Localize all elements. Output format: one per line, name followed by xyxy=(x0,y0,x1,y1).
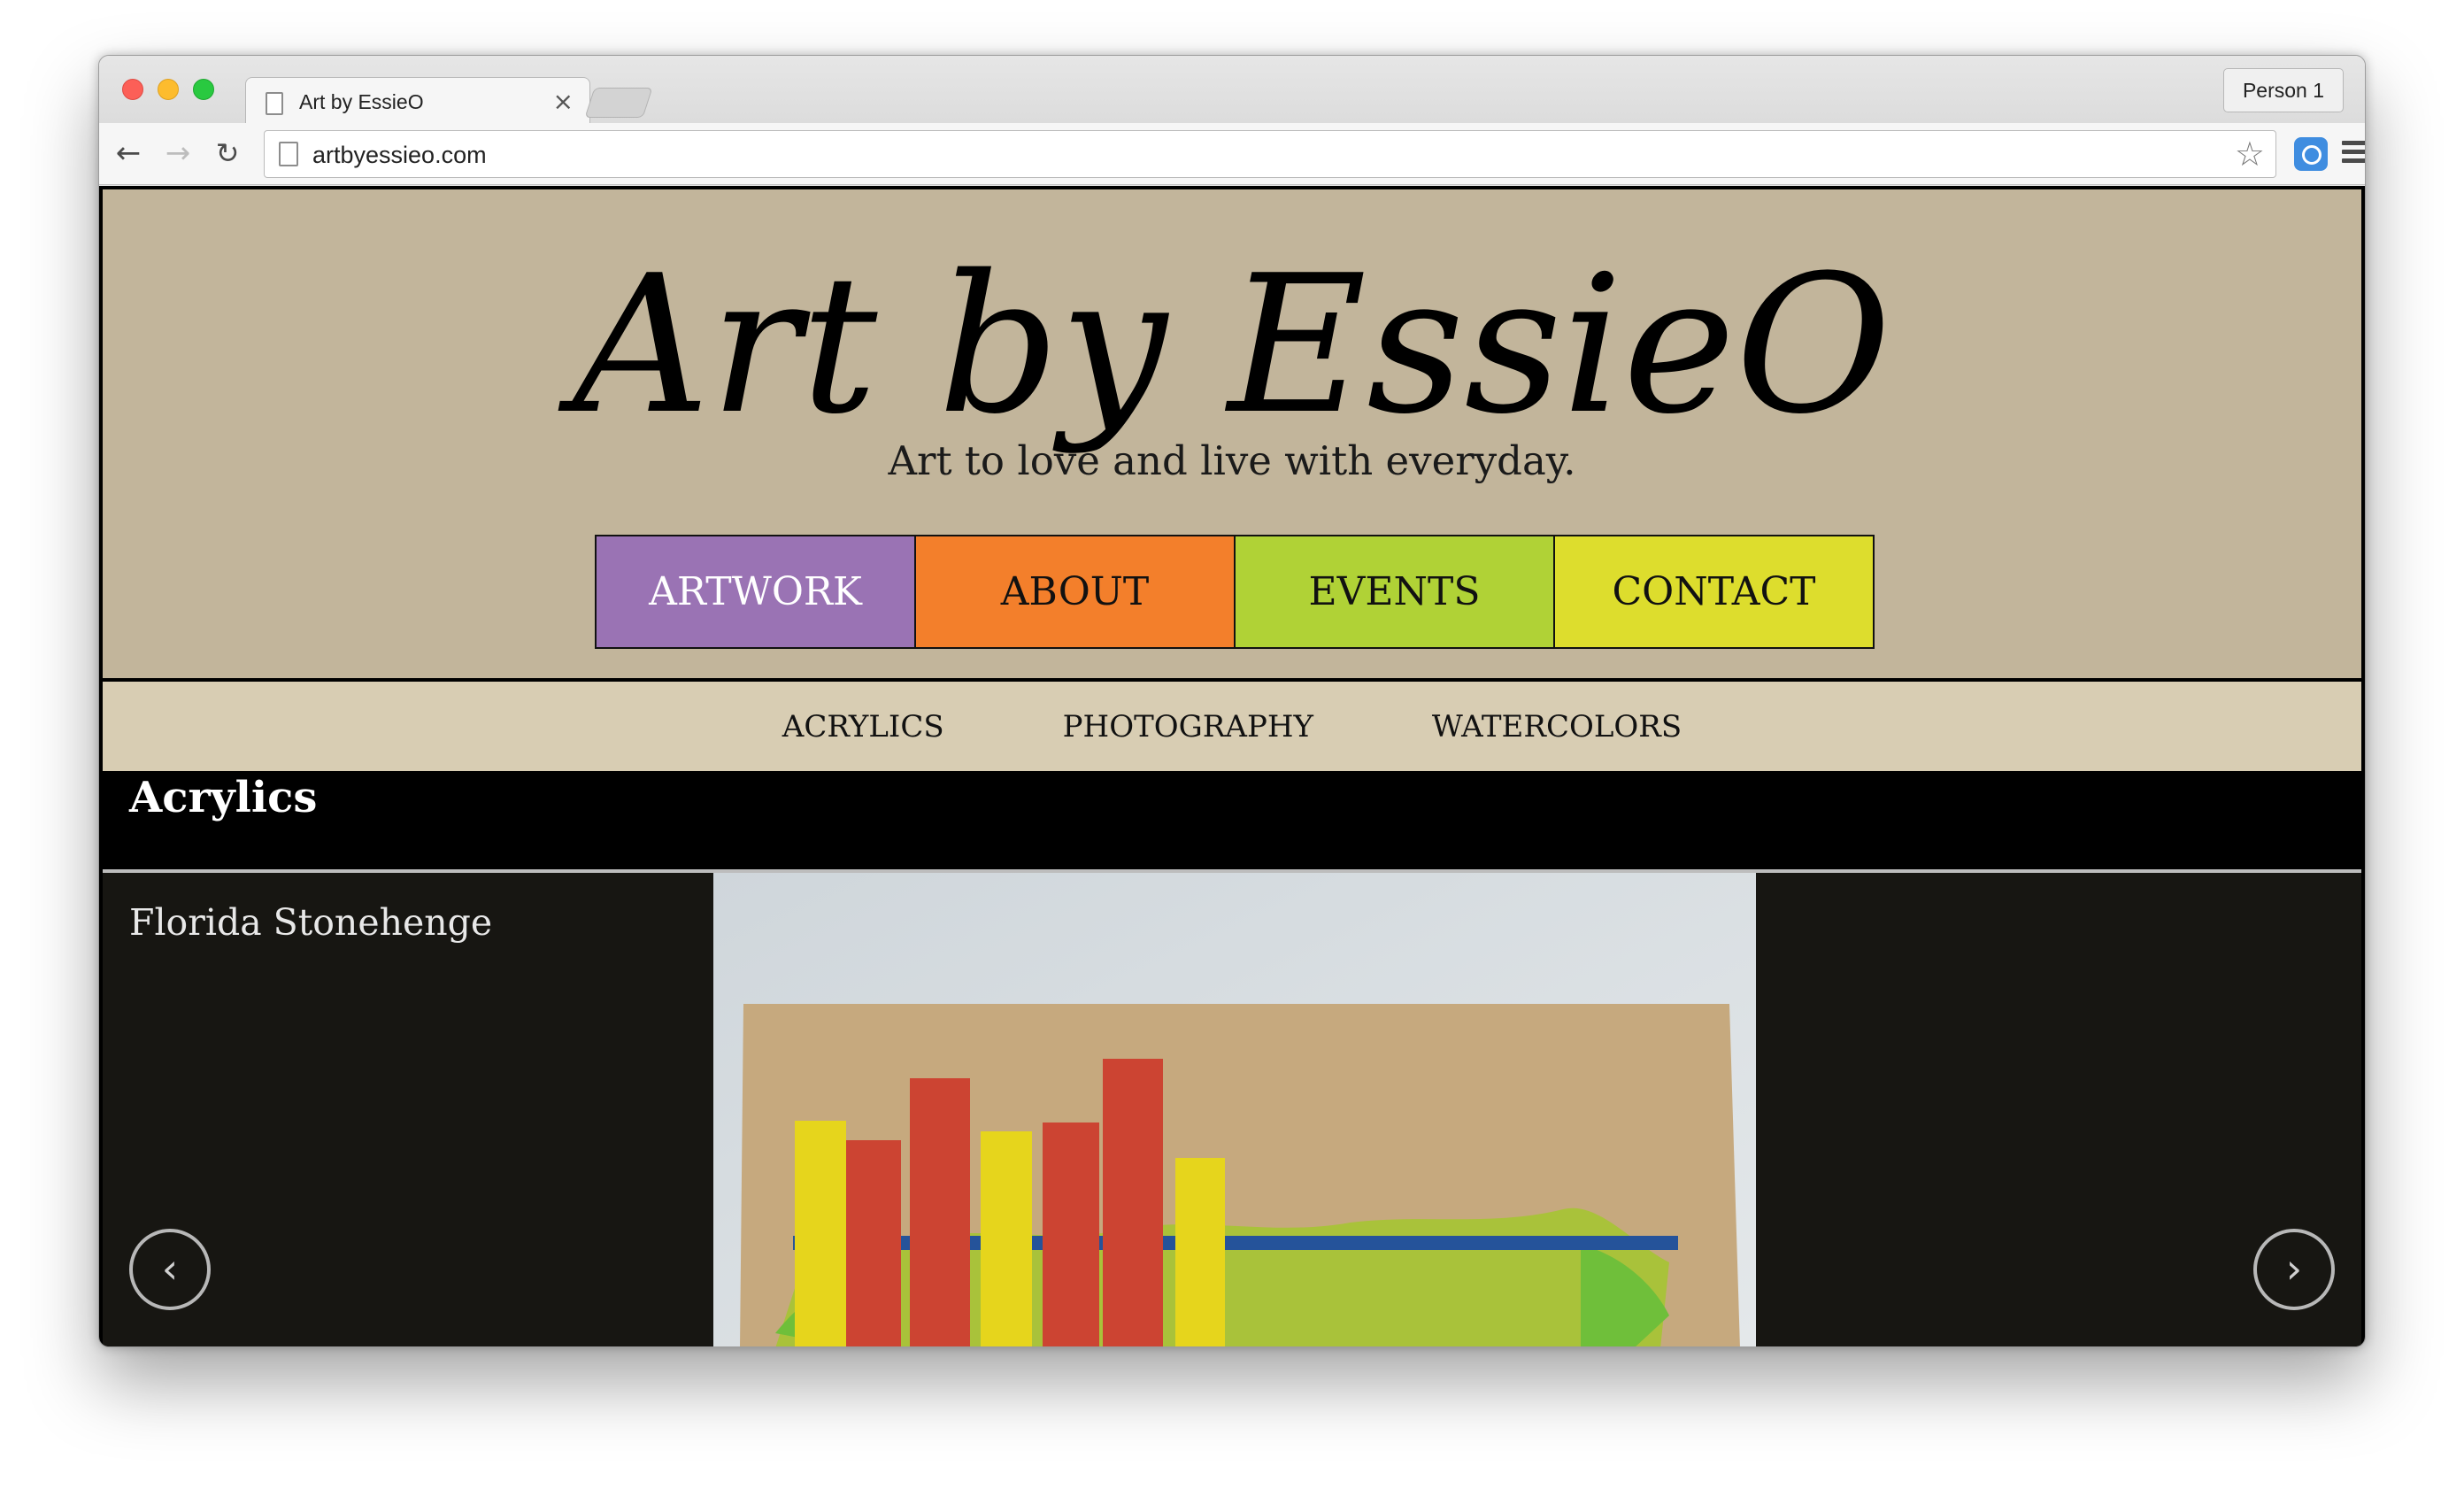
nav-contact[interactable]: CONTACT xyxy=(1555,536,1873,647)
extension-icon[interactable] xyxy=(2294,137,2328,171)
nav-events[interactable]: EVENTS xyxy=(1236,536,1555,647)
stone-red-4 xyxy=(1103,1059,1163,1346)
page-icon xyxy=(279,142,298,166)
minimize-window-button[interactable] xyxy=(158,79,179,100)
sub-navigation: ACRYLICS PHOTOGRAPHY WATERCOLORS xyxy=(103,682,2361,771)
logo-text: Art by EssieO xyxy=(558,234,1891,456)
subnav-acrylics[interactable]: ACRYLICS xyxy=(782,709,944,744)
profile-button[interactable]: Person 1 xyxy=(2223,68,2344,112)
tab-strip: Art by EssieO × Person 1 xyxy=(99,56,2365,125)
browser-toolbar: ← → ↻ artbyessieo.com ☆ xyxy=(99,123,2365,185)
stone-yellow-2 xyxy=(981,1131,1032,1346)
forward-arrow-icon[interactable]: → xyxy=(159,135,196,173)
bookmark-star-icon[interactable]: ☆ xyxy=(2235,135,2265,174)
carousel-prev-button[interactable]: ‹ xyxy=(129,1229,211,1310)
nav-label: EVENTS xyxy=(1308,569,1481,614)
stone-red-3 xyxy=(1043,1123,1099,1346)
section-header: Acrylics xyxy=(103,771,2361,869)
subnav-watercolors[interactable]: WATERCOLORS xyxy=(1432,709,1682,744)
menu-icon[interactable] xyxy=(2342,141,2365,167)
back-arrow-icon[interactable]: ← xyxy=(110,135,147,173)
url-text[interactable]: artbyessieo.com xyxy=(312,142,487,169)
carousel-next-button[interactable]: › xyxy=(2253,1229,2335,1310)
nav-artwork[interactable]: ARTWORK xyxy=(597,536,916,647)
tab-title: Art by EssieO xyxy=(299,90,424,113)
browser-tab[interactable]: Art by EssieO × xyxy=(245,77,590,125)
artwork-title: Florida Stonehenge xyxy=(129,901,493,944)
nav-label: ARTWORK xyxy=(649,569,862,614)
site-tagline: Art to love and live with everyday. xyxy=(888,437,1576,484)
subnav-photography[interactable]: PHOTOGRAPHY xyxy=(1063,709,1313,744)
stone-yellow-3 xyxy=(1175,1158,1225,1346)
browser-window: Art by EssieO × Person 1 ← → ↻ artbyessi… xyxy=(98,55,2366,1347)
artwork-image[interactable] xyxy=(713,873,1756,1347)
nav-label: ABOUT xyxy=(1000,569,1150,614)
nav-about[interactable]: ABOUT xyxy=(916,536,1236,647)
stone-red-1 xyxy=(846,1140,901,1346)
address-bar[interactable]: artbyessieo.com ☆ xyxy=(264,130,2276,178)
page-viewport: Art by EssieO Art to love and live with … xyxy=(99,186,2365,1347)
zoom-window-button[interactable] xyxy=(193,79,214,100)
close-window-button[interactable] xyxy=(122,79,143,100)
artwork-carousel: Florida Stonehenge ‹ › xyxy=(103,873,2361,1347)
section-title: Acrylics xyxy=(129,773,318,822)
site-header: Art by EssieO Art to love and live with … xyxy=(103,189,2361,678)
page-icon xyxy=(266,92,283,115)
main-navigation: ARTWORK ABOUT EVENTS CONTACT xyxy=(595,535,1875,649)
tab-close-icon[interactable]: × xyxy=(553,87,574,116)
nav-label: CONTACT xyxy=(1612,569,1816,614)
stone-red-2 xyxy=(910,1078,970,1346)
stone-yellow-1 xyxy=(795,1121,846,1346)
new-tab-button[interactable] xyxy=(584,88,653,118)
reload-icon[interactable]: ↻ xyxy=(209,135,246,173)
